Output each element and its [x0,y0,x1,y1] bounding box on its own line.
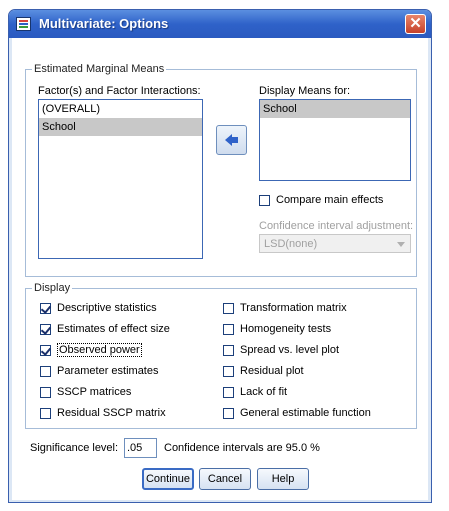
display-means-listbox[interactable]: School [259,99,411,181]
effect-size-checkbox[interactable]: Estimates of effect size [40,322,170,336]
checkbox-label: Compare main effects [276,194,384,207]
dialog-body: Estimated Marginal Means Factor(s) and F… [12,38,428,500]
checkbox-label: Estimates of effect size [57,323,170,336]
checkbox-label: Parameter estimates [57,365,159,378]
checkbox-box[interactable] [223,365,234,377]
checkbox-label: Homogeneity tests [240,323,332,336]
checkbox-label: Residual SSCP matrix [57,407,166,420]
transformation-matrix-checkbox[interactable]: Transformation matrix [223,301,347,315]
checkbox-box[interactable] [223,344,234,356]
display-means-label: Display Means for: [259,85,351,97]
checkbox-box[interactable] [40,365,51,377]
ci-adjustment-dropdown[interactable]: LSD(none) [259,234,411,253]
checkbox-box[interactable] [223,323,234,335]
checkbox-box[interactable] [40,302,51,314]
checkbox-box[interactable] [223,407,234,419]
residual-plot-checkbox[interactable]: Residual plot [223,364,304,378]
lack-of-fit-checkbox[interactable]: Lack of fit [223,385,287,399]
confidence-interval-text: Confidence intervals are 95.0 % [164,442,320,454]
cancel-button[interactable]: Cancel [199,468,251,490]
residual-sscp-matrix-checkbox[interactable]: Residual SSCP matrix [40,406,166,420]
options-dialog: Multivariate: Options ✕ Estimated Margin… [8,9,432,503]
ci-adjustment-label: Confidence interval adjustment: [259,220,414,232]
checkbox-label: Descriptive statistics [57,302,157,315]
general-estimable-function-checkbox[interactable]: General estimable function [223,406,371,420]
checkbox-box[interactable] [259,194,270,206]
checkbox-label: General estimable function [240,407,371,420]
parameter-estimates-checkbox[interactable]: Parameter estimates [40,364,158,378]
checkbox-label: Spread vs. level plot [240,344,340,357]
sscp-matrices-checkbox[interactable]: SSCP matrices [40,385,131,399]
move-to-display-button[interactable] [216,125,247,155]
checkbox-label: SSCP matrices [57,386,132,399]
checkbox-label: Observed power [57,343,142,358]
checkbox-box[interactable] [40,407,51,419]
significance-level-label: Significance level: [30,442,119,454]
ci-adjustment-value: LSD(none) [264,238,318,250]
spread-vs-level-plot-checkbox[interactable]: Spread vs. level plot [223,343,339,357]
factors-listbox[interactable]: (OVERALL) School [38,99,203,259]
display-legend: Display [34,282,71,294]
list-item[interactable]: School [260,100,410,118]
checkbox-label: Lack of fit [240,386,288,399]
checkbox-label: Transformation matrix [240,302,347,315]
window-title: Multivariate: Options [39,16,169,31]
title-bar[interactable]: Multivariate: Options ✕ [9,10,431,38]
help-button[interactable]: Help [257,468,309,490]
checkbox-box[interactable] [40,323,51,335]
checkbox-box[interactable] [223,386,234,398]
checkbox-box[interactable] [40,386,51,398]
emm-legend: Estimated Marginal Means [34,63,165,75]
checkbox-box[interactable] [40,344,51,356]
close-button[interactable]: ✕ [405,14,426,34]
checkbox-label: Residual plot [240,365,304,378]
factors-label: Factor(s) and Factor Interactions: [38,85,201,97]
list-item[interactable]: School [39,118,202,136]
compare-main-effects-checkbox[interactable]: Compare main effects [259,193,383,207]
list-item[interactable]: (OVERALL) [39,100,202,118]
checkbox-box[interactable] [223,302,234,314]
descriptive-statistics-checkbox[interactable]: Descriptive statistics [40,301,157,315]
observed-power-checkbox[interactable]: Observed power [40,343,142,358]
chevron-down-icon [397,242,405,247]
arrow-left-icon [225,134,238,146]
app-icon [16,17,31,31]
homogeneity-tests-checkbox[interactable]: Homogeneity tests [223,322,331,336]
continue-button[interactable]: Continue [142,468,194,490]
significance-level-input[interactable] [124,438,157,458]
